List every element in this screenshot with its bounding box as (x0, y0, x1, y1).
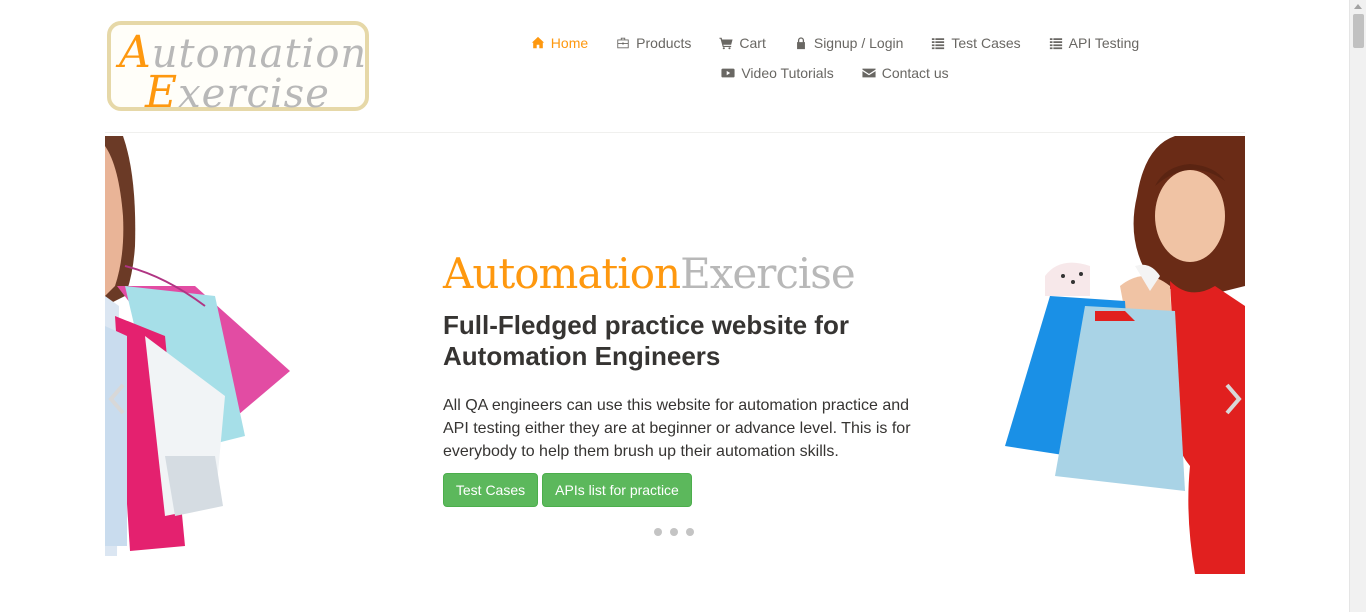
slider-indicators (654, 528, 694, 536)
nav-test-cases[interactable]: Test Cases (931, 35, 1021, 51)
lock-icon (796, 37, 805, 50)
list-icon (1049, 38, 1062, 50)
nav-products[interactable]: Products (616, 35, 691, 51)
slider-dot-1[interactable] (654, 528, 662, 536)
girl-with-bags-right-image (975, 136, 1245, 574)
nav-home-label: Home (550, 35, 589, 51)
test-cases-button[interactable]: Test Cases (443, 473, 538, 507)
nav-row-1: Home Products Cart Signup / Login Test C… (505, 28, 1165, 58)
slide-description: All QA engineers can use this website fo… (443, 397, 911, 460)
apis-list-button[interactable]: APIs list for practice (542, 473, 692, 507)
cart-icon (719, 37, 733, 50)
nav-api-testing[interactable]: API Testing (1049, 35, 1140, 51)
slider-next-button[interactable] (1221, 381, 1245, 417)
hero-slider: AutomationExercise Full-Fledged practice… (105, 136, 1245, 574)
nav-video-tutorials[interactable]: Video Tutorials (721, 65, 834, 81)
nav-home[interactable]: Home (531, 35, 588, 51)
nav-video-tutorials-label: Video Tutorials (741, 65, 834, 81)
list-icon (932, 38, 945, 50)
page-scrollbar[interactable] (1349, 0, 1366, 612)
nav-api-testing-label: API Testing (1068, 35, 1140, 51)
briefcase-icon (617, 37, 629, 49)
site-logo[interactable]: Automation Exercise (107, 21, 369, 118)
logo-line-exercise: Exercise (145, 67, 330, 118)
nav-cart-label: Cart (739, 35, 766, 51)
nav-signup-login[interactable]: Signup / Login (794, 35, 904, 51)
slide-subtitle: Full-Fledged practice website for Automa… (443, 310, 849, 371)
nav-row-2: Video Tutorials Contact us (505, 58, 1165, 88)
nav-products-label: Products (636, 35, 692, 51)
girl-with-bags-left-image (105, 136, 305, 574)
scroll-thumb[interactable] (1353, 14, 1364, 48)
slider-dot-2[interactable] (670, 528, 678, 536)
youtube-play-icon (721, 68, 735, 78)
main-nav: Home Products Cart Signup / Login Test C… (505, 28, 1165, 88)
site-header: Automation Exercise Home Products Cart S… (105, 0, 1245, 133)
scroll-up-arrow-icon[interactable] (1354, 4, 1362, 9)
nav-contact-us[interactable]: Contact us (862, 65, 949, 81)
envelope-icon (862, 68, 876, 78)
nav-signup-login-label: Signup / Login (813, 35, 904, 51)
nav-cart[interactable]: Cart (719, 35, 766, 51)
chevron-right-icon (1225, 383, 1242, 415)
chevron-left-icon (108, 383, 125, 415)
slide-title: AutomationExercise (443, 249, 856, 298)
slider-prev-button[interactable] (105, 381, 129, 417)
nav-test-cases-label: Test Cases (951, 35, 1021, 51)
nav-contact-us-label: Contact us (881, 65, 949, 81)
home-icon (531, 36, 544, 49)
slider-dot-3[interactable] (686, 528, 694, 536)
